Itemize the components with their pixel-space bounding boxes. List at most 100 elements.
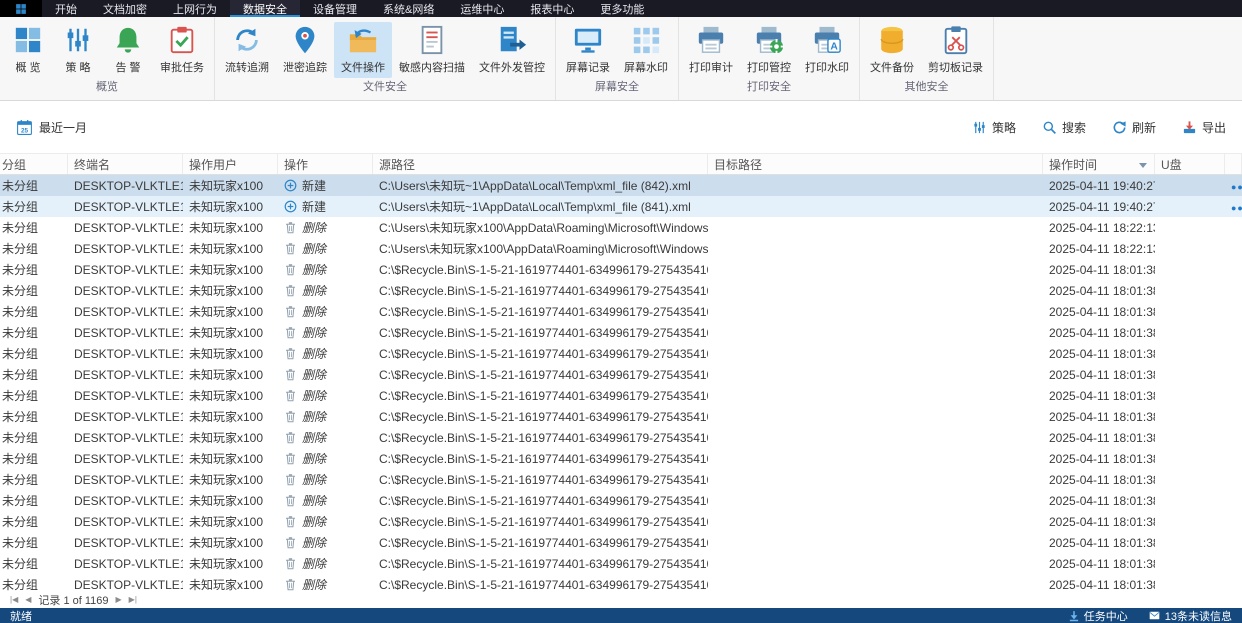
cell-source-path: C:\$Recycle.Bin\S-1-5-21-1619774401-6349… [379,535,708,550]
next-page-button[interactable]: ▶ [116,596,122,604]
column-header[interactable]: 目标路径 [708,154,1043,174]
cell-operation: 删除 [278,450,373,467]
operation-label: 删除 [302,221,327,235]
table-row[interactable]: 未分组 DESKTOP-VLKTLE1 未知玩家x100 删除 C:\$Recycle.… [0,511,1242,532]
cell-source-path: C:\$Recycle.Bin\S-1-5-21-1619774401-6349… [379,514,708,529]
time-filter-caret-icon[interactable] [1139,163,1147,168]
table-row[interactable]: 未分组 DESKTOP-VLKTLE1 未知玩家x100 删除 C:\$Recycle.… [0,259,1242,280]
first-page-button[interactable]: |◀ [10,596,18,604]
cell-time: 2025-04-11 18:01:38 [1049,430,1155,445]
delete-operation-icon [284,536,297,549]
export-label: 导出 [1201,120,1226,135]
menu-item-device-mgmt[interactable]: 设备管理 [300,0,370,17]
ribbon-group-label: 文件安全 [363,81,407,93]
toolbar-actions: 策略 搜索 刷新 导出 [972,119,1226,136]
ribbon-item[interactable]: 流转追溯 [218,22,276,78]
column-header[interactable]: 分组 [0,154,68,174]
table-row[interactable]: 未分组 DESKTOP-VLKTLE1 未知玩家x100 删除 C:\$Recycle.… [0,553,1242,574]
ribbon-item[interactable]: 文件外发管控 [472,22,552,78]
table-row[interactable]: 未分组 DESKTOP-VLKTLE1 未知玩家x100 删除 C:\$Recycle.… [0,280,1242,301]
ribbon-item[interactable]: A 打印水印 [798,22,856,78]
cell-time: 2025-04-11 18:01:38 [1049,556,1155,571]
column-header[interactable]: U盘 [1155,154,1225,174]
cell-operation: 删除 [278,366,373,383]
table-row[interactable]: 未分组 DESKTOP-VLKTLE1 未知玩家x100 删除 C:\$Recycle.… [0,448,1242,469]
ribbon-item[interactable]: 审批任务 [153,22,211,78]
table-row[interactable]: 未分组 DESKTOP-VLKTLE1 未知玩家x100 删除 C:\$Recycle.… [0,427,1242,448]
menu-item-web-behavior[interactable]: 上网行为 [160,0,230,17]
column-header[interactable]: 终端名 [68,154,183,174]
cell-terminal: DESKTOP-VLKTLE1 [74,451,183,466]
table-row[interactable]: 未分组 DESKTOP-VLKTLE1 未知玩家x100 删除 C:\Users\未知玩… [0,217,1242,238]
cell-group: 未分组 [2,452,39,466]
menu-item-data-security[interactable]: 数据安全 [230,0,300,17]
cell-time: 2025-04-11 19:40:27 [1049,178,1155,193]
menu-item-ops-center[interactable]: 运维中心 [447,0,517,17]
table-row[interactable]: 未分组 DESKTOP-VLKTLE1 未知玩家x100 新建 C:\Users\未知玩… [0,175,1242,196]
menu-item-start[interactable]: 开始 [42,0,90,17]
ribbon-item[interactable]: 告 警 [103,22,153,78]
row-menu-button[interactable]: ●●● [1231,203,1242,213]
menu-item-doc-encrypt[interactable]: 文档加密 [90,0,160,17]
table-row[interactable]: 未分组 DESKTOP-VLKTLE1 未知玩家x100 删除 C:\$Recycle.… [0,532,1242,553]
overview-icon [13,25,43,55]
policy-button[interactable]: 策略 [972,119,1016,136]
refresh-button[interactable]: 刷新 [1112,119,1156,136]
table-row[interactable]: 未分组 DESKTOP-VLKTLE1 未知玩家x100 删除 C:\$Recycle.… [0,364,1242,385]
ribbon-group-label: 屏幕安全 [595,81,639,93]
table-row[interactable]: 未分组 DESKTOP-VLKTLE1 未知玩家x100 删除 C:\Users\未知玩… [0,238,1242,259]
cell-user: 未知玩家x100 [189,242,264,256]
table-row[interactable]: 未分组 DESKTOP-VLKTLE1 未知玩家x100 删除 C:\$Recycle.… [0,574,1242,592]
search-button[interactable]: 搜索 [1042,119,1086,136]
table-row[interactable]: 未分组 DESKTOP-VLKTLE1 未知玩家x100 新建 C:\Users\未知玩… [0,196,1242,217]
menu-item-more-features[interactable]: 更多功能 [587,0,657,17]
ribbon-item[interactable]: 打印管控 [740,22,798,78]
export-button[interactable]: 导出 [1182,119,1226,136]
date-range-filter[interactable]: 25 最近一月 [16,119,87,136]
table-row[interactable]: 未分组 DESKTOP-VLKTLE1 未知玩家x100 删除 C:\$Recycle.… [0,406,1242,427]
app-logo[interactable] [0,0,42,17]
ribbon-item[interactable]: 文件备份 [863,22,921,78]
table-row[interactable]: 未分组 DESKTOP-VLKTLE1 未知玩家x100 删除 C:\$Recycle.… [0,385,1242,406]
menu-item-system-network[interactable]: 系统&网络 [370,0,447,17]
cell-operation: 删除 [278,576,373,592]
unread-messages-button[interactable]: 13条未读信息 [1148,608,1232,623]
operation-label: 删除 [302,347,327,361]
cell-operation: 删除 [278,534,373,551]
record-count: 记录 1 of 1169 [38,595,109,607]
cell-time: 2025-04-11 18:22:13 [1049,220,1155,235]
prev-page-button[interactable]: ◀ [25,596,31,604]
table-row[interactable]: 未分组 DESKTOP-VLKTLE1 未知玩家x100 删除 C:\$Recycle.… [0,490,1242,511]
cell-operation: 新建 [278,177,373,194]
delete-operation-icon [284,347,297,360]
ribbon-item[interactable]: 策 略 [53,22,103,78]
ribbon-item[interactable]: 屏幕水印 [617,22,675,78]
table-row[interactable]: 未分组 DESKTOP-VLKTLE1 未知玩家x100 删除 C:\$Recycle.… [0,301,1242,322]
menu-item-report-center[interactable]: 报表中心 [517,0,587,17]
table-row[interactable]: 未分组 DESKTOP-VLKTLE1 未知玩家x100 删除 C:\$Recycle.… [0,322,1242,343]
task-center-button[interactable]: 任务中心 [1068,608,1128,623]
cell-operation: 删除 [278,492,373,509]
ribbon-item[interactable]: 打印审计 [682,22,740,78]
column-header[interactable]: 操作 [278,154,373,174]
cell-user: 未知玩家x100 [189,494,264,508]
refresh-label: 刷新 [1131,120,1156,135]
last-page-button[interactable]: ▶| [129,596,137,604]
ribbon-item[interactable]: 屏幕记录 [559,22,617,78]
cell-operation: 删除 [278,387,373,404]
refresh-icon [1112,120,1127,135]
backup-icon [877,25,907,55]
cell-terminal: DESKTOP-VLKTLE1 [74,367,183,382]
ribbon-item[interactable]: 概 览 [3,22,53,78]
column-header[interactable]: 源路径 [373,154,708,174]
ribbon-item[interactable]: 剪切板记录 [921,22,990,78]
column-header[interactable]: 操作用户 [183,154,278,174]
cell-group: 未分组 [2,242,39,256]
column-header[interactable]: 操作时间 [1043,154,1155,174]
ribbon-item[interactable]: 文件操作 [334,22,392,78]
table-row[interactable]: 未分组 DESKTOP-VLKTLE1 未知玩家x100 删除 C:\$Recycle.… [0,469,1242,490]
row-menu-button[interactable]: ●●● [1231,182,1242,192]
ribbon-item[interactable]: 敏感内容扫描 [392,22,472,78]
ribbon-item[interactable]: 泄密追踪 [276,22,334,78]
table-row[interactable]: 未分组 DESKTOP-VLKTLE1 未知玩家x100 删除 C:\$Recycle.… [0,343,1242,364]
